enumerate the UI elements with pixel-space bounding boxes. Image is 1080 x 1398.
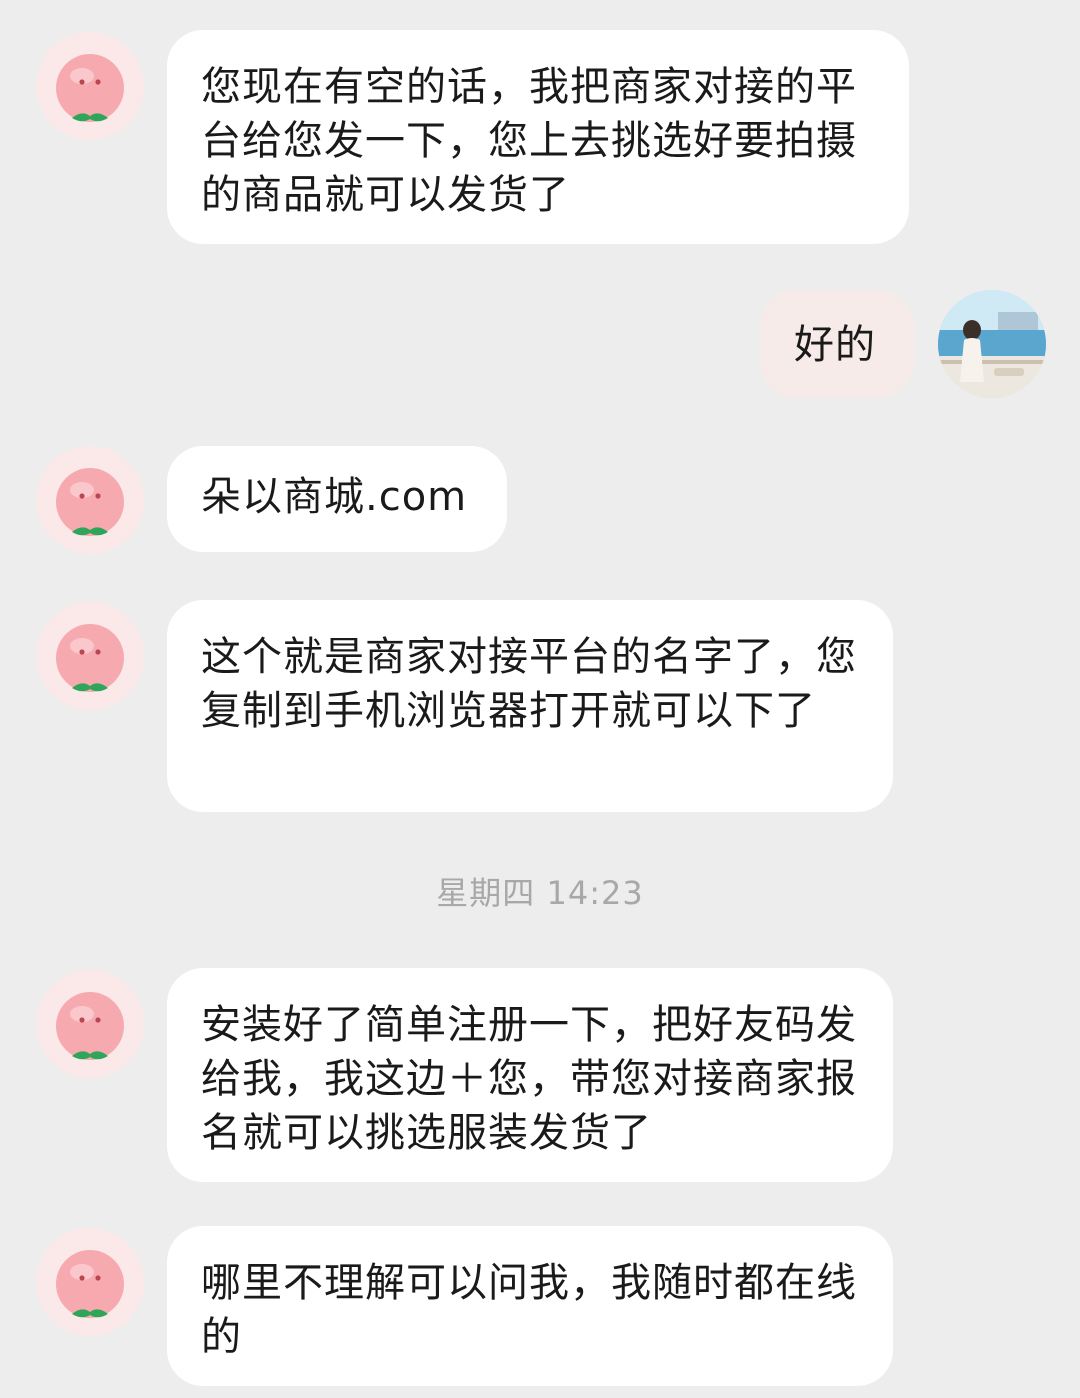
message-text: 哪里不理解可以问我，我随时都在线的 <box>201 1260 857 1360</box>
contact-avatar[interactable] <box>36 602 144 710</box>
user-photo-avatar <box>938 290 1046 398</box>
message-text: 朵以商城.com <box>201 474 468 520</box>
peach-icon <box>56 1250 124 1318</box>
peach-icon <box>56 468 124 536</box>
peach-icon <box>56 992 124 1060</box>
my-avatar[interactable] <box>938 290 1046 398</box>
message-text: 您现在有空的话，我把商家对接的平 台给您发一下，您上去挑选好要拍摄的商品就可以发… <box>201 64 857 218</box>
contact-avatar[interactable] <box>36 32 144 140</box>
contact-avatar[interactable] <box>36 970 144 1078</box>
message-text: 这个就是商家对接平台的名字了，您复制到手机浏览器打开就可以下了 <box>201 634 857 734</box>
message-timestamp: 星期四 14:23 <box>436 874 644 912</box>
message-bubble[interactable]: 这个就是商家对接平台的名字了，您复制到手机浏览器打开就可以下了 <box>167 600 893 812</box>
message-bubble[interactable]: 安装好了简单注册一下，把好友码发给我，我这边＋您，带您对接商家报名就可以挑选服装… <box>167 968 893 1182</box>
message-bubble[interactable]: 好的 <box>760 290 914 398</box>
message-bubble[interactable]: 哪里不理解可以问我，我随时都在线的 <box>167 1226 893 1386</box>
message-text: 好的 <box>794 322 876 368</box>
peach-icon <box>56 54 124 122</box>
message-bubble[interactable]: 朵以商城.com <box>167 446 507 552</box>
message-text: 安装好了简单注册一下，把好友码发给我，我这边＋您，带您对接商家报名就可以挑选服装… <box>201 1002 857 1156</box>
contact-avatar[interactable] <box>36 446 144 554</box>
contact-avatar[interactable] <box>36 1228 144 1336</box>
message-bubble[interactable]: 您现在有空的话，我把商家对接的平 台给您发一下，您上去挑选好要拍摄的商品就可以发… <box>167 30 909 244</box>
peach-icon <box>56 624 124 692</box>
